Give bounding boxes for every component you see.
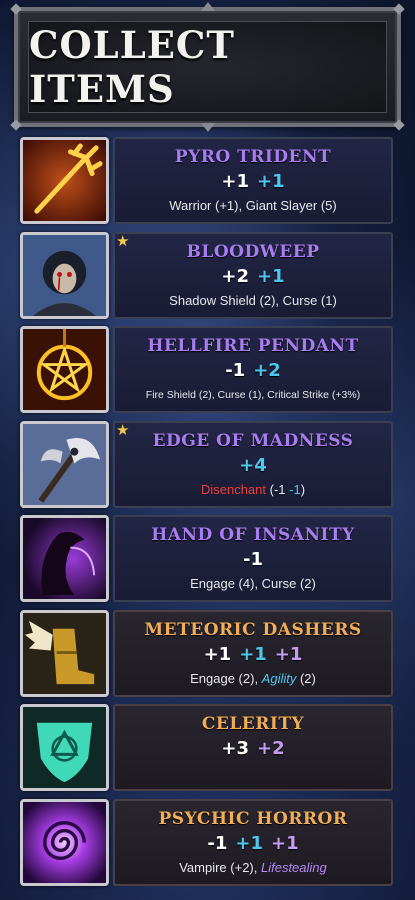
item-stats: +1 +1 xyxy=(115,171,391,193)
item-row[interactable]: ★ EDGE OF MADNESS +4 Disenchant (-1 -1) xyxy=(20,420,395,508)
item-row[interactable]: CELERITY +3 +2 xyxy=(20,704,395,791)
item-row[interactable]: HAND OF INSANITY -1 Engage (4), Curse (2) xyxy=(20,515,395,602)
item-traits: Engage (2), Agility (2) xyxy=(115,671,391,686)
item-icon-frame[interactable] xyxy=(20,326,109,413)
item-name: CELERITY xyxy=(201,714,305,734)
trait-text: Shadow Shield (2), Curse (1) xyxy=(169,292,337,308)
item-icon-frame[interactable] xyxy=(20,704,109,791)
shadow-hand-icon xyxy=(23,518,106,599)
banner-inner: COLLECT ITEMS xyxy=(28,21,387,113)
item-row[interactable]: ★ BLOODWEEP +2 +1 Shadow Shield (2), Curse (… xyxy=(20,231,395,319)
item-stats: -1 xyxy=(115,549,391,571)
trait-text: Disenchant xyxy=(200,481,266,497)
trait-text: -1 xyxy=(289,481,301,497)
item-stats: +1 +1 +1 xyxy=(115,644,391,666)
item-stats: -1 +2 xyxy=(115,360,391,382)
item-name: HELLFIRE PENDANT xyxy=(147,336,359,356)
item-info-panel[interactable]: HAND OF INSANITY -1 Engage (4), Curse (2) xyxy=(113,515,393,602)
stat-value: +2 xyxy=(257,738,285,759)
axe-icon xyxy=(23,423,106,505)
trait-text: Agility xyxy=(261,670,297,686)
winged-boots-icon xyxy=(23,612,106,694)
item-icon-frame[interactable] xyxy=(20,609,109,697)
item-info-panel[interactable]: CELERITY +3 +2 xyxy=(113,704,393,791)
trait-text: Fire Shield (2), Curse (1), Critical Str… xyxy=(145,389,361,401)
item-info-panel[interactable]: PSYCHIC HORROR -1 +1 +1 Vampire (+2), Lifest… xyxy=(113,798,393,886)
banner-top-spike xyxy=(200,2,215,11)
item-info-panel[interactable]: ★ BLOODWEEP +2 +1 Shadow Shield (2), Curse (… xyxy=(113,231,393,319)
item-name: PSYCHIC HORROR xyxy=(158,808,348,829)
stat-value: +1 xyxy=(274,643,303,665)
trait-text: (2) xyxy=(296,670,316,686)
item-traits: Warrior (+1), Giant Slayer (5) xyxy=(115,198,391,213)
item-traits: Disenchant (-1 -1) xyxy=(115,482,391,497)
stat-value: +1 xyxy=(257,265,285,287)
trident-icon xyxy=(23,140,106,221)
bloodweep-icon xyxy=(23,234,106,316)
item-stats: +4 xyxy=(115,455,391,477)
trait-text: Engage (2), xyxy=(190,670,262,686)
item-icon-frame[interactable] xyxy=(20,137,109,224)
rune-shield-icon xyxy=(23,707,106,788)
item-traits: Engage (4), Curse (2) xyxy=(115,576,391,591)
item-row[interactable]: METEORIC DASHERS +1 +1 +1 Engage (2), Agilit… xyxy=(20,609,395,697)
stat-value: +1 xyxy=(271,832,299,854)
item-name: BLOODWEEP xyxy=(186,241,320,262)
item-stats: +3 +2 xyxy=(115,738,391,760)
item-info-panel[interactable]: PYRO TRIDENT +1 +1 Warrior (+1), Giant Slay… xyxy=(113,137,393,224)
stat-value: +1 xyxy=(221,171,249,192)
item-name: EDGE OF MADNESS xyxy=(152,430,354,451)
star-icon: ★ xyxy=(116,420,130,439)
trait-text: (-1 xyxy=(266,481,290,497)
item-name: PYRO TRIDENT xyxy=(174,147,332,167)
stat-value: +1 xyxy=(235,832,263,854)
item-stats: -1 +1 +1 xyxy=(115,833,391,855)
page-title: COLLECT ITEMS xyxy=(29,23,235,111)
stat-value: +3 xyxy=(221,738,249,759)
item-row[interactable]: HELLFIRE PENDANT -1 +2 Fire Shield (2), Cur… xyxy=(20,326,395,413)
stat-value: -1 xyxy=(207,832,228,854)
pentagram-pendant-icon xyxy=(23,329,106,410)
item-icon-frame[interactable] xyxy=(20,798,109,886)
trait-text: Warrior (+1), Giant Slayer (5) xyxy=(169,198,337,213)
stat-value: +4 xyxy=(239,454,267,476)
item-info-panel[interactable]: ★ EDGE OF MADNESS +4 Disenchant (-1 -1) xyxy=(113,420,393,508)
trait-text: Engage (4), Curse (2) xyxy=(190,576,316,591)
banner-bottom-spike xyxy=(200,123,215,132)
item-row[interactable]: PSYCHIC HORROR -1 +1 +1 Vampire (+2), Lifest… xyxy=(20,798,395,886)
stat-value: +2 xyxy=(221,265,249,287)
item-info-panel[interactable]: HELLFIRE PENDANT -1 +2 Fire Shield (2), Cur… xyxy=(113,326,393,413)
stat-value: +1 xyxy=(257,171,285,192)
stat-value: +2 xyxy=(253,360,281,381)
item-traits: Fire Shield (2), Curse (1), Critical Str… xyxy=(115,389,391,401)
spiral-vortex-icon xyxy=(23,801,106,883)
trait-text: Vampire (+2), xyxy=(179,859,261,875)
item-icon-frame[interactable] xyxy=(20,515,109,602)
star-icon: ★ xyxy=(116,231,130,250)
item-traits: Vampire (+2), Lifestealing xyxy=(115,860,391,875)
item-stats: +2 +1 xyxy=(115,266,391,288)
item-icon-frame[interactable] xyxy=(20,420,109,508)
item-traits: Shadow Shield (2), Curse (1) xyxy=(115,293,391,308)
stat-value: -1 xyxy=(225,360,246,381)
trait-text: ) xyxy=(300,481,306,497)
item-list: PYRO TRIDENT +1 +1 Warrior (+1), Giant Slay… xyxy=(20,137,395,893)
stat-value: +1 xyxy=(239,643,267,665)
title-banner: COLLECT ITEMS xyxy=(10,2,405,132)
item-name: HAND OF INSANITY xyxy=(151,525,355,545)
item-info-panel[interactable]: METEORIC DASHERS +1 +1 +1 Engage (2), Agilit… xyxy=(113,609,393,697)
stat-value: -1 xyxy=(243,549,263,570)
stat-value: +1 xyxy=(203,643,232,665)
item-row[interactable]: PYRO TRIDENT +1 +1 Warrior (+1), Giant Slay… xyxy=(20,137,395,224)
item-icon-frame[interactable] xyxy=(20,231,109,319)
item-name: METEORIC DASHERS xyxy=(144,619,362,640)
trait-text: Lifestealing xyxy=(260,859,327,875)
